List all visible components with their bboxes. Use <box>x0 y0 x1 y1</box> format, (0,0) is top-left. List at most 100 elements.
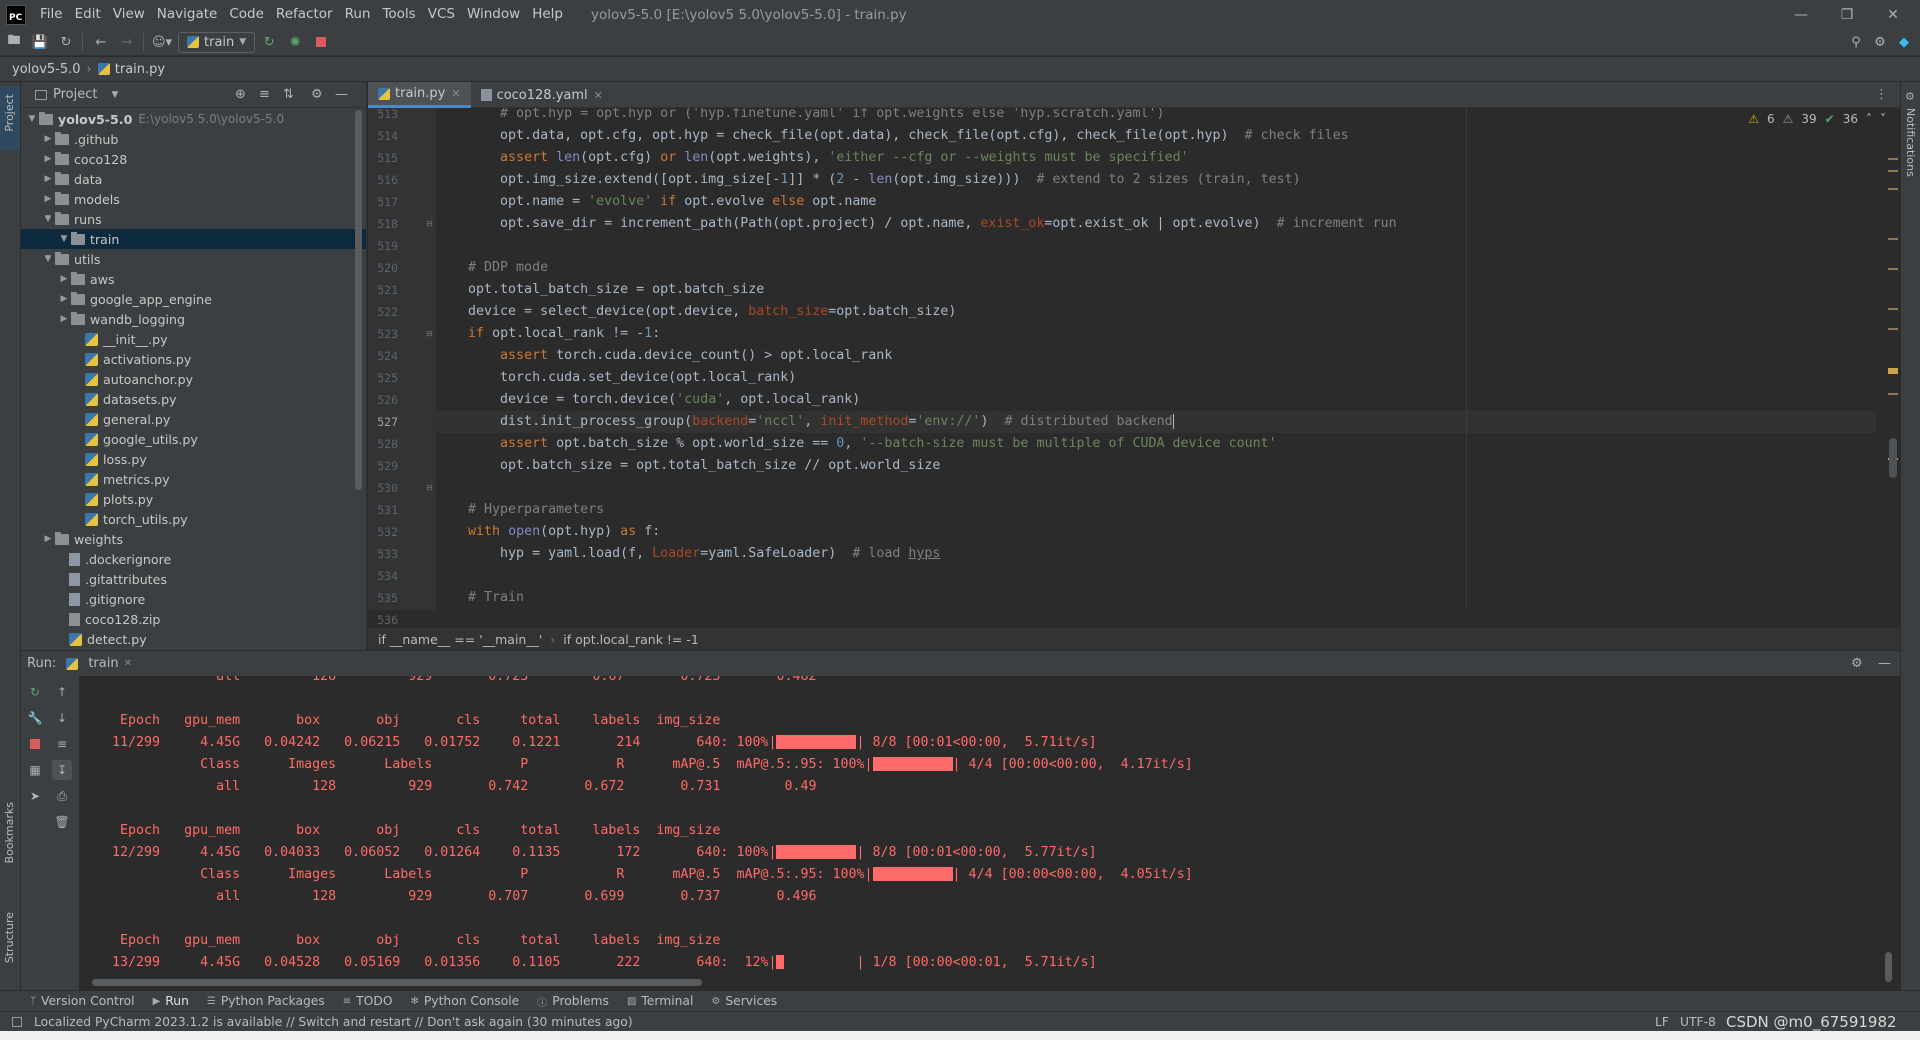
close-tab-icon[interactable]: ✕ <box>124 658 132 669</box>
run-configuration-dropdown[interactable]: train ▼ <box>178 31 256 53</box>
bookmarks-stripe-label[interactable]: Bookmarks <box>3 802 16 863</box>
restore-button[interactable]: ❐ <box>1824 0 1870 29</box>
console-vertical-scrollbar[interactable] <box>1885 952 1892 982</box>
settings-gear-icon[interactable]: ⚙ <box>1851 656 1863 671</box>
breadcrumb-item[interactable]: if opt.local_rank != -1 <box>563 632 699 647</box>
tree-item[interactable]: activations.py <box>21 349 366 369</box>
hide-panel-icon[interactable]: — <box>1878 656 1891 671</box>
back-arrow-icon[interactable]: ← <box>89 31 113 53</box>
arrow-down-icon[interactable]: ↓ <box>52 708 72 728</box>
tree-item[interactable]: ▼ runs <box>21 209 366 229</box>
fold-marker-icon[interactable]: ⊟ <box>426 219 433 228</box>
tree-item[interactable]: autoanchor.py <box>21 369 366 389</box>
menu-help[interactable]: Help <box>526 0 569 29</box>
editor-scrollbar[interactable] <box>1886 108 1900 610</box>
tool-problems[interactable]: ⓘ Problems <box>537 994 609 1009</box>
tree-item[interactable]: ▶ aws <box>21 269 366 289</box>
tab-menu-icon[interactable]: ⋮ <box>1875 87 1888 102</box>
stop-icon[interactable] <box>25 734 45 754</box>
trash-icon[interactable]: 🗑 <box>52 812 72 832</box>
wrench-icon[interactable]: 🔧 <box>25 708 45 728</box>
search-everywhere-icon[interactable]: ⚲ <box>1844 31 1868 53</box>
arrow-up-icon[interactable]: ↑ <box>52 682 72 702</box>
tree-item[interactable]: ▶ weights <box>21 529 366 549</box>
print-icon[interactable]: ⎙ <box>52 786 72 806</box>
settings-gear-icon[interactable]: ⚙ <box>311 87 323 102</box>
stop-icon[interactable] <box>309 31 333 53</box>
menu-file[interactable]: File <box>34 0 69 29</box>
tree-item[interactable]: google_utils.py <box>21 429 366 449</box>
tree-item[interactable]: __init__.py <box>21 329 366 349</box>
fold-marker-icon[interactable]: ⊟ <box>426 483 433 492</box>
rerun-icon[interactable]: ↻ <box>25 682 45 702</box>
rerun-icon[interactable]: ↻ <box>257 31 281 53</box>
tool-run[interactable]: ▶ Run <box>153 994 189 1008</box>
status-message[interactable]: Localized PyCharm 2023.1.2 is available … <box>34 1015 633 1029</box>
run-console[interactable]: all 128 929 0.723 0.67 0.723 0.482 Epoch… <box>80 676 1900 990</box>
tree-root[interactable]: ▼ yolov5-5.0 E:\yolov5 5.0\yolov5-5.0 <box>21 109 366 129</box>
tab-coco128-yaml[interactable]: coco128.yaml ✕ <box>471 82 613 108</box>
tree-item[interactable]: coco128.zip <box>21 609 366 629</box>
project-scrollbar[interactable] <box>355 110 362 490</box>
vcs-user-icon[interactable]: ☺▾ <box>150 31 174 53</box>
tree-item[interactable]: .gitattributes <box>21 569 366 589</box>
tree-item[interactable]: general.py <box>21 409 366 429</box>
fold-marker-icon[interactable]: ⊟ <box>426 329 433 338</box>
tree-item[interactable]: ▶ models <box>21 189 366 209</box>
menu-vcs[interactable]: VCS <box>422 0 461 29</box>
tree-item[interactable]: torch_utils.py <box>21 509 366 529</box>
tool-todo[interactable]: ≡ TODO <box>343 994 393 1008</box>
tree-item[interactable]: ▶ wandb_logging <box>21 309 366 329</box>
hide-panel-icon[interactable]: — <box>335 87 348 102</box>
tool-python-packages[interactable]: ☰ Python Packages <box>207 994 325 1008</box>
tree-item[interactable]: loss.py <box>21 449 366 469</box>
jetbrains-toolbox-icon[interactable]: ◆ <box>1892 31 1916 53</box>
tree-item[interactable]: detect.py <box>21 629 366 649</box>
menu-edit[interactable]: Edit <box>69 0 107 29</box>
inspection-widget[interactable]: ⚠ 6 ⚠ 39 ✔ 36 ˄ ˅ <box>1748 112 1886 126</box>
tree-item[interactable]: plots.py <box>21 489 366 509</box>
open-folder-icon[interactable]: 🖿 <box>2 31 26 53</box>
tool-services[interactable]: ⚙ Services <box>711 994 777 1008</box>
menu-run[interactable]: Run <box>339 0 377 29</box>
console-horizontal-scrollbar[interactable] <box>92 979 702 986</box>
tool-terminal[interactable]: ▨ Terminal <box>627 994 693 1008</box>
layout-icon[interactable]: ▦ <box>25 760 45 780</box>
tree-item[interactable]: ▶ coco128 <box>21 149 366 169</box>
project-view-selector[interactable]: Project <box>53 87 97 102</box>
notifications-icon[interactable]: ⚙ <box>1905 90 1915 103</box>
minimize-button[interactable]: — <box>1778 0 1824 29</box>
menu-view[interactable]: View <box>107 0 151 29</box>
menu-refactor[interactable]: Refactor <box>270 0 339 29</box>
settings-gear-icon[interactable]: ⚙ <box>1868 31 1892 53</box>
file-encoding[interactable]: UTF-8 <box>1680 1015 1716 1029</box>
debug-icon[interactable]: ✺ <box>283 31 307 53</box>
status-panel-icon[interactable] <box>12 1016 22 1027</box>
synchronize-icon[interactable]: ↻ <box>54 31 78 53</box>
line-separator[interactable]: LF <box>1655 1015 1669 1029</box>
tool-version-control[interactable]: ᛉ Version Control <box>30 994 135 1008</box>
scroll-thumb[interactable] <box>1889 438 1897 478</box>
structure-stripe-label[interactable]: Structure <box>3 912 16 963</box>
code-area[interactable]: # opt.hyp = opt.hyp or ('hyp.finetune.ya… <box>436 108 1876 610</box>
close-button[interactable]: ✕ <box>1870 0 1916 29</box>
menu-navigate[interactable]: Navigate <box>151 0 224 29</box>
project-stripe-button[interactable]: Project <box>0 86 20 150</box>
tree-item[interactable]: .dockerignore <box>21 549 366 569</box>
tree-item[interactable]: datasets.py <box>21 389 366 409</box>
scroll-to-end-icon[interactable]: ↧ <box>52 760 72 780</box>
tree-item[interactable]: metrics.py <box>21 469 366 489</box>
nav-project[interactable]: yolov5-5.0 <box>12 62 81 77</box>
forward-arrow-icon[interactable]: → <box>115 31 139 53</box>
tree-item[interactable]: ▶ data <box>21 169 366 189</box>
tree-item[interactable]: ▶ .github <box>21 129 366 149</box>
close-tab-icon[interactable]: ✕ <box>451 87 460 100</box>
locate-file-icon[interactable]: ⊕ <box>235 87 246 102</box>
chevron-up-icon[interactable]: ˄ <box>1866 112 1872 126</box>
expand-all-icon[interactable]: ≡ <box>259 87 270 102</box>
tree-item[interactable]: .gitignore <box>21 589 366 609</box>
menu-tools[interactable]: Tools <box>376 0 421 29</box>
pin-icon[interactable]: ➤ <box>25 786 45 806</box>
nav-file[interactable]: train.py <box>115 62 165 77</box>
breadcrumb-item[interactable]: if __name__ == '__main__' <box>378 632 542 647</box>
